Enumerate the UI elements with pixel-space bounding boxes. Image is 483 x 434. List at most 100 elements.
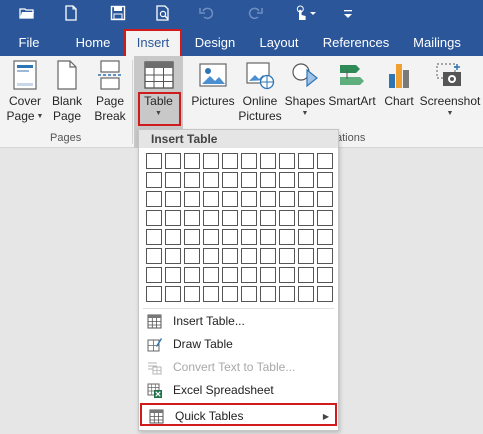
- grid-cell[interactable]: [184, 153, 200, 169]
- tab-mailings[interactable]: Mailings: [405, 29, 469, 56]
- grid-cell[interactable]: [165, 248, 181, 264]
- convert-text-to-table-menu-item[interactable]: Convert Text to Table...: [140, 356, 337, 379]
- grid-cell[interactable]: [203, 191, 219, 207]
- tab-file[interactable]: File: [12, 29, 46, 56]
- grid-cell[interactable]: [298, 172, 314, 188]
- grid-cell[interactable]: [298, 191, 314, 207]
- grid-cell[interactable]: [165, 210, 181, 226]
- grid-cell[interactable]: [203, 229, 219, 245]
- grid-cell[interactable]: [203, 172, 219, 188]
- grid-cell[interactable]: [165, 153, 181, 169]
- page-break-button[interactable]: Page Break: [90, 59, 130, 124]
- grid-cell[interactable]: [146, 267, 162, 283]
- grid-cell[interactable]: [146, 210, 162, 226]
- grid-cell[interactable]: [298, 286, 314, 302]
- smartart-button[interactable]: SmartArt: [326, 59, 378, 109]
- chart-button[interactable]: Chart: [380, 59, 418, 109]
- grid-cell[interactable]: [184, 172, 200, 188]
- grid-cell[interactable]: [165, 267, 181, 283]
- grid-cell[interactable]: [298, 153, 314, 169]
- grid-cell[interactable]: [317, 267, 333, 283]
- grid-cell[interactable]: [241, 210, 257, 226]
- grid-cell[interactable]: [222, 248, 238, 264]
- grid-cell[interactable]: [184, 191, 200, 207]
- grid-cell[interactable]: [222, 153, 238, 169]
- grid-cell[interactable]: [146, 153, 162, 169]
- grid-cell[interactable]: [317, 191, 333, 207]
- grid-cell[interactable]: [317, 286, 333, 302]
- grid-cell[interactable]: [165, 172, 181, 188]
- grid-cell[interactable]: [203, 210, 219, 226]
- grid-cell[interactable]: [279, 172, 295, 188]
- grid-cell[interactable]: [317, 229, 333, 245]
- save-icon[interactable]: [109, 4, 127, 22]
- grid-cell[interactable]: [222, 267, 238, 283]
- grid-cell[interactable]: [241, 153, 257, 169]
- grid-cell[interactable]: [222, 210, 238, 226]
- grid-cell[interactable]: [260, 153, 276, 169]
- blank-page-button[interactable]: Blank Page: [48, 59, 86, 124]
- grid-cell[interactable]: [203, 153, 219, 169]
- grid-cell[interactable]: [222, 191, 238, 207]
- grid-cell[interactable]: [298, 229, 314, 245]
- grid-cell[interactable]: [146, 286, 162, 302]
- table-size-grid[interactable]: [146, 153, 336, 305]
- tab-layout[interactable]: Layout: [252, 29, 306, 56]
- grid-cell[interactable]: [222, 172, 238, 188]
- grid-cell[interactable]: [184, 229, 200, 245]
- tab-references[interactable]: References: [320, 29, 392, 56]
- grid-cell[interactable]: [298, 210, 314, 226]
- grid-cell[interactable]: [241, 267, 257, 283]
- grid-cell[interactable]: [222, 229, 238, 245]
- grid-cell[interactable]: [184, 267, 200, 283]
- grid-cell[interactable]: [279, 191, 295, 207]
- grid-cell[interactable]: [279, 229, 295, 245]
- undo-icon[interactable]: [198, 4, 216, 22]
- grid-cell[interactable]: [146, 248, 162, 264]
- grid-cell[interactable]: [241, 172, 257, 188]
- grid-cell[interactable]: [298, 267, 314, 283]
- grid-cell[interactable]: [260, 172, 276, 188]
- grid-cell[interactable]: [203, 286, 219, 302]
- grid-cell[interactable]: [184, 248, 200, 264]
- pictures-button[interactable]: Pictures: [189, 59, 237, 109]
- chevron-down-icon[interactable]: [308, 4, 318, 22]
- grid-cell[interactable]: [146, 229, 162, 245]
- grid-cell[interactable]: [260, 248, 276, 264]
- grid-cell[interactable]: [203, 267, 219, 283]
- tab-home[interactable]: Home: [68, 29, 118, 56]
- grid-cell[interactable]: [279, 286, 295, 302]
- grid-cell[interactable]: [260, 229, 276, 245]
- grid-cell[interactable]: [241, 191, 257, 207]
- online-pictures-button[interactable]: Online Pictures: [236, 59, 284, 124]
- grid-cell[interactable]: [165, 229, 181, 245]
- grid-cell[interactable]: [279, 153, 295, 169]
- insert-table-menu-item[interactable]: Insert Table...: [140, 310, 337, 333]
- grid-cell[interactable]: [165, 191, 181, 207]
- grid-cell[interactable]: [184, 286, 200, 302]
- grid-cell[interactable]: [260, 286, 276, 302]
- tab-insert[interactable]: Insert: [124, 29, 182, 56]
- grid-cell[interactable]: [298, 248, 314, 264]
- grid-cell[interactable]: [241, 229, 257, 245]
- grid-cell[interactable]: [260, 191, 276, 207]
- redo-icon[interactable]: [246, 4, 264, 22]
- grid-cell[interactable]: [279, 210, 295, 226]
- print-preview-icon[interactable]: [154, 4, 172, 22]
- customize-toolbar-icon[interactable]: [339, 4, 357, 22]
- grid-cell[interactable]: [279, 248, 295, 264]
- grid-cell[interactable]: [146, 191, 162, 207]
- tab-design[interactable]: Design: [188, 29, 242, 56]
- excel-spreadsheet-menu-item[interactable]: Excel Spreadsheet: [140, 379, 337, 402]
- grid-cell[interactable]: [260, 267, 276, 283]
- draw-table-menu-item[interactable]: Draw Table: [140, 333, 337, 356]
- grid-cell[interactable]: [165, 286, 181, 302]
- grid-cell[interactable]: [317, 210, 333, 226]
- open-folder-icon[interactable]: [18, 4, 36, 22]
- grid-cell[interactable]: [203, 248, 219, 264]
- shapes-button[interactable]: Shapes ▼: [284, 59, 326, 119]
- grid-cell[interactable]: [184, 210, 200, 226]
- new-document-icon[interactable]: [62, 4, 80, 22]
- grid-cell[interactable]: [260, 210, 276, 226]
- grid-cell[interactable]: [146, 172, 162, 188]
